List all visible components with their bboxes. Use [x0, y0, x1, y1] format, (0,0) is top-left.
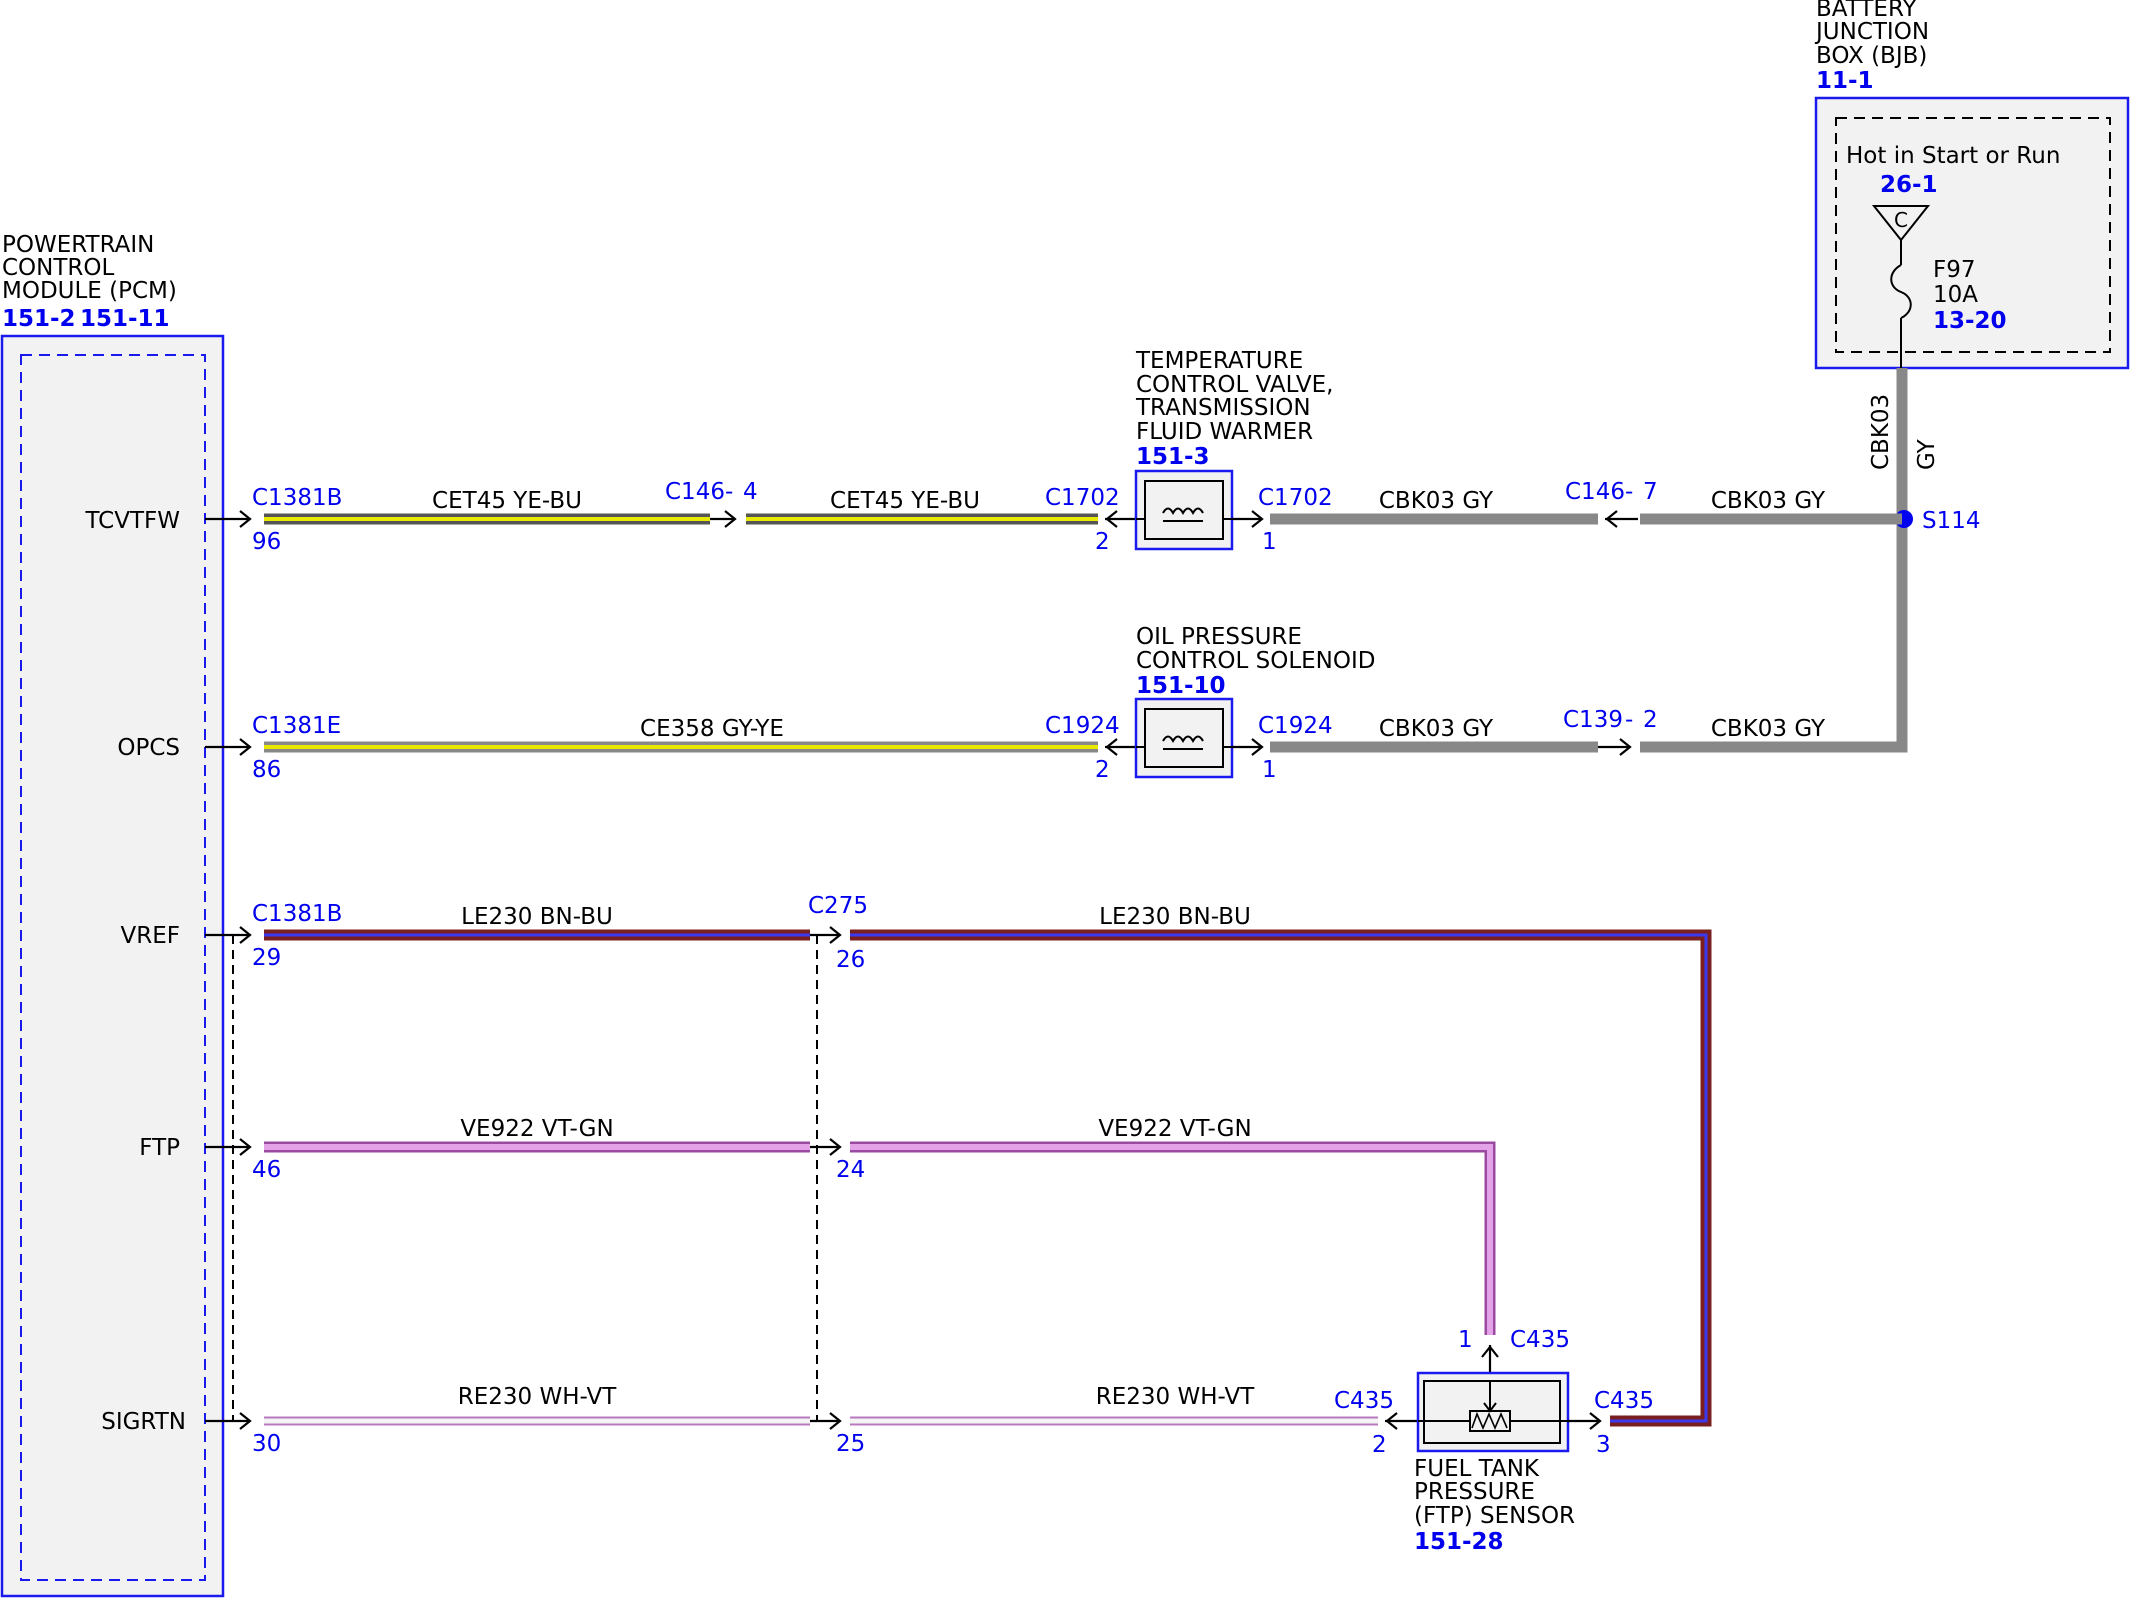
opcs-component[interactable] — [1134, 697, 1234, 779]
ftp-wire-2-label: VE922 VT-GN — [1098, 1116, 1251, 1142]
opcs-inline-connector[interactable]: C139 — [1563, 707, 1623, 733]
bjb-fuse-ref[interactable]: 13-20 — [1933, 308, 2007, 334]
ftp-sensor-right-arrow — [1568, 1412, 1602, 1430]
ftp-wire-segment-2[interactable] — [850, 1141, 1496, 1335]
opcs-wire-3-label: CBK03 GY — [1711, 716, 1826, 742]
tcv-ref[interactable]: 151-3 — [1136, 444, 1210, 470]
opcs-conn-right[interactable]: C1924 — [1258, 713, 1333, 739]
tcv-pcm-connector[interactable]: C1381B — [252, 485, 342, 511]
sigrtn-inline-arrow — [810, 1412, 842, 1430]
bjb-terminal-label: C — [1894, 208, 1908, 232]
sigrtn-wire-1-label: RE230 WH-VT — [458, 1384, 617, 1410]
pcm-pin-vref: VREF — [121, 923, 180, 949]
opcs-pcm-connector[interactable]: C1381E — [252, 713, 341, 739]
sigrtn-pcm-pin: 30 — [252, 1431, 281, 1457]
tcv-inline2-dash: - — [1625, 479, 1633, 505]
ftp-sensor-ref[interactable]: 151-28 — [1414, 1529, 1504, 1555]
opcs-pin-left: 2 — [1095, 757, 1110, 783]
sigrtn-inline-pin: 25 — [836, 1431, 865, 1457]
ftp-pcm-pin: 46 — [252, 1157, 281, 1183]
tcv-wire-4-label: CBK03 GY — [1711, 488, 1826, 514]
wiring-diagram: POWERTRAIN CONTROL MODULE (PCM) 151-2 15… — [0, 0, 2130, 1598]
vref-inline-pin: 26 — [836, 947, 865, 973]
vref-wire-1-label: LE230 BN-BU — [461, 904, 613, 930]
tcv-pcm-pin: 96 — [252, 529, 281, 555]
tcv-inline2-arrow — [1605, 510, 1638, 528]
splice-s114-label[interactable]: S114 — [1922, 508, 1981, 534]
vref-pcm-pin: 29 — [252, 945, 281, 971]
tcv-title-line-3: TRANSMISSION — [1135, 395, 1311, 421]
opcs-pin-right: 1 — [1262, 757, 1277, 783]
ftp-wire-1-label: VE922 VT-GN — [460, 1116, 613, 1142]
tcv-inline2-pin: 7 — [1643, 479, 1658, 505]
pcm-pin-sigrtn: SIGRTN — [101, 1409, 186, 1435]
opcs-title-line-2: CONTROL SOLENOID — [1136, 648, 1375, 674]
bjb-ref[interactable]: 11-1 — [1816, 68, 1874, 94]
ftp-inline-arrow — [810, 1138, 842, 1156]
bjb-fuse-rating: 10A — [1933, 282, 1978, 308]
tcv-pin-left: 2 — [1095, 529, 1110, 555]
ftp-sensor-pin-top: 1 — [1458, 1327, 1473, 1353]
opcs-inline-arrow — [1598, 738, 1632, 756]
tcv-right-arrow — [1232, 510, 1264, 528]
opcs-wire-1-label: CE358 GY-YE — [640, 716, 784, 742]
pcm-pin-opcs: OPCS — [117, 735, 180, 761]
tcv-wire-1-label: CET45 YE-BU — [432, 488, 582, 514]
pcm-title-line-3: MODULE (PCM) — [2, 278, 177, 304]
bjb-hot-label: Hot in Start or Run — [1846, 143, 2060, 169]
ftp-sensor-title-line-3: (FTP) SENSOR — [1414, 1503, 1575, 1529]
tcv-wire-2-label: CET45 YE-BU — [830, 488, 980, 514]
ftp-sensor-conn-right[interactable]: C435 — [1594, 1388, 1654, 1414]
sigrtn-wire-2-label: RE230 WH-VT — [1096, 1384, 1255, 1410]
bjb-title-line-3: BOX (BJB) — [1816, 43, 1927, 69]
opcs-pcm-pin: 86 — [252, 757, 281, 783]
ftp-sensor-conn-left[interactable]: C435 — [1334, 1388, 1394, 1414]
ftp-sensor-title-line-2: PRESSURE — [1414, 1479, 1535, 1505]
opcs-ref[interactable]: 151-10 — [1136, 673, 1226, 699]
vref-wire-2-label: LE230 BN-BU — [1099, 904, 1251, 930]
tcv-inline-arrow — [710, 510, 737, 528]
opcs-right-arrow — [1232, 738, 1264, 756]
ftp-sensor-top-arrow — [1481, 1345, 1499, 1373]
vref-inline-connector[interactable]: C275 — [808, 893, 868, 919]
bjb-wire-code: CBK03 — [1868, 394, 1894, 470]
opcs-inline-dash: - — [1625, 707, 1633, 733]
opcs-wire-2-label: CBK03 GY — [1379, 716, 1494, 742]
tcv-pin-right: 1 — [1262, 529, 1277, 555]
ftp-sensor-pin-right: 3 — [1596, 1432, 1611, 1458]
tcv-conn-left[interactable]: C1702 — [1045, 485, 1120, 511]
tcv-left-arrow — [1105, 510, 1136, 528]
tcv-component[interactable] — [1134, 469, 1234, 551]
vref-pcm-connector[interactable]: C1381B — [252, 901, 342, 927]
tcv-inline-connector[interactable]: C146 — [665, 479, 725, 505]
pcm-pin-tcvtfw: TCVTFW — [84, 508, 180, 534]
opcs-inline-pin: 2 — [1643, 707, 1658, 733]
opcs-title-line-1: OIL PRESSURE — [1136, 624, 1302, 650]
bjb-fuse-name: F97 — [1933, 257, 1976, 283]
pcm-ref-2[interactable]: 151-11 — [80, 306, 170, 332]
pcm-pin-ftp: FTP — [139, 1135, 180, 1161]
bjb-feed-wire[interactable] — [1640, 368, 1908, 753]
opcs-left-arrow — [1105, 738, 1136, 756]
tcv-inline2-connector[interactable]: C146 — [1565, 479, 1625, 505]
tcv-title-line-1: TEMPERATURE — [1135, 348, 1303, 374]
tcv-title-line-4: FLUID WARMER — [1136, 419, 1313, 445]
opcs-conn-left[interactable]: C1924 — [1045, 713, 1120, 739]
vref-inline-arrow — [810, 926, 842, 944]
ftp-sensor-conn-top[interactable]: C435 — [1510, 1327, 1570, 1353]
ftp-sensor-pin-left: 2 — [1372, 1432, 1387, 1458]
tcv-conn-right[interactable]: C1702 — [1258, 485, 1333, 511]
ftp-sensor-left-arrow — [1385, 1412, 1418, 1430]
tcv-inline-pin: 4 — [743, 479, 758, 505]
bjb-wire-color: GY — [1914, 438, 1940, 470]
tcv-wire-3-label: CBK03 GY — [1379, 488, 1494, 514]
tcv-inline-dash: - — [725, 479, 733, 505]
ftp-sensor-component[interactable] — [1416, 1371, 1570, 1453]
bjb-title-line-2: JUNCTION — [1814, 19, 1929, 45]
pcm-ref-1[interactable]: 151-2 — [2, 306, 76, 332]
ftp-inline-pin: 24 — [836, 1157, 865, 1183]
vref-wire-segment-2[interactable] — [850, 929, 1712, 1427]
bjb-hot-ref[interactable]: 26-1 — [1880, 172, 1938, 198]
